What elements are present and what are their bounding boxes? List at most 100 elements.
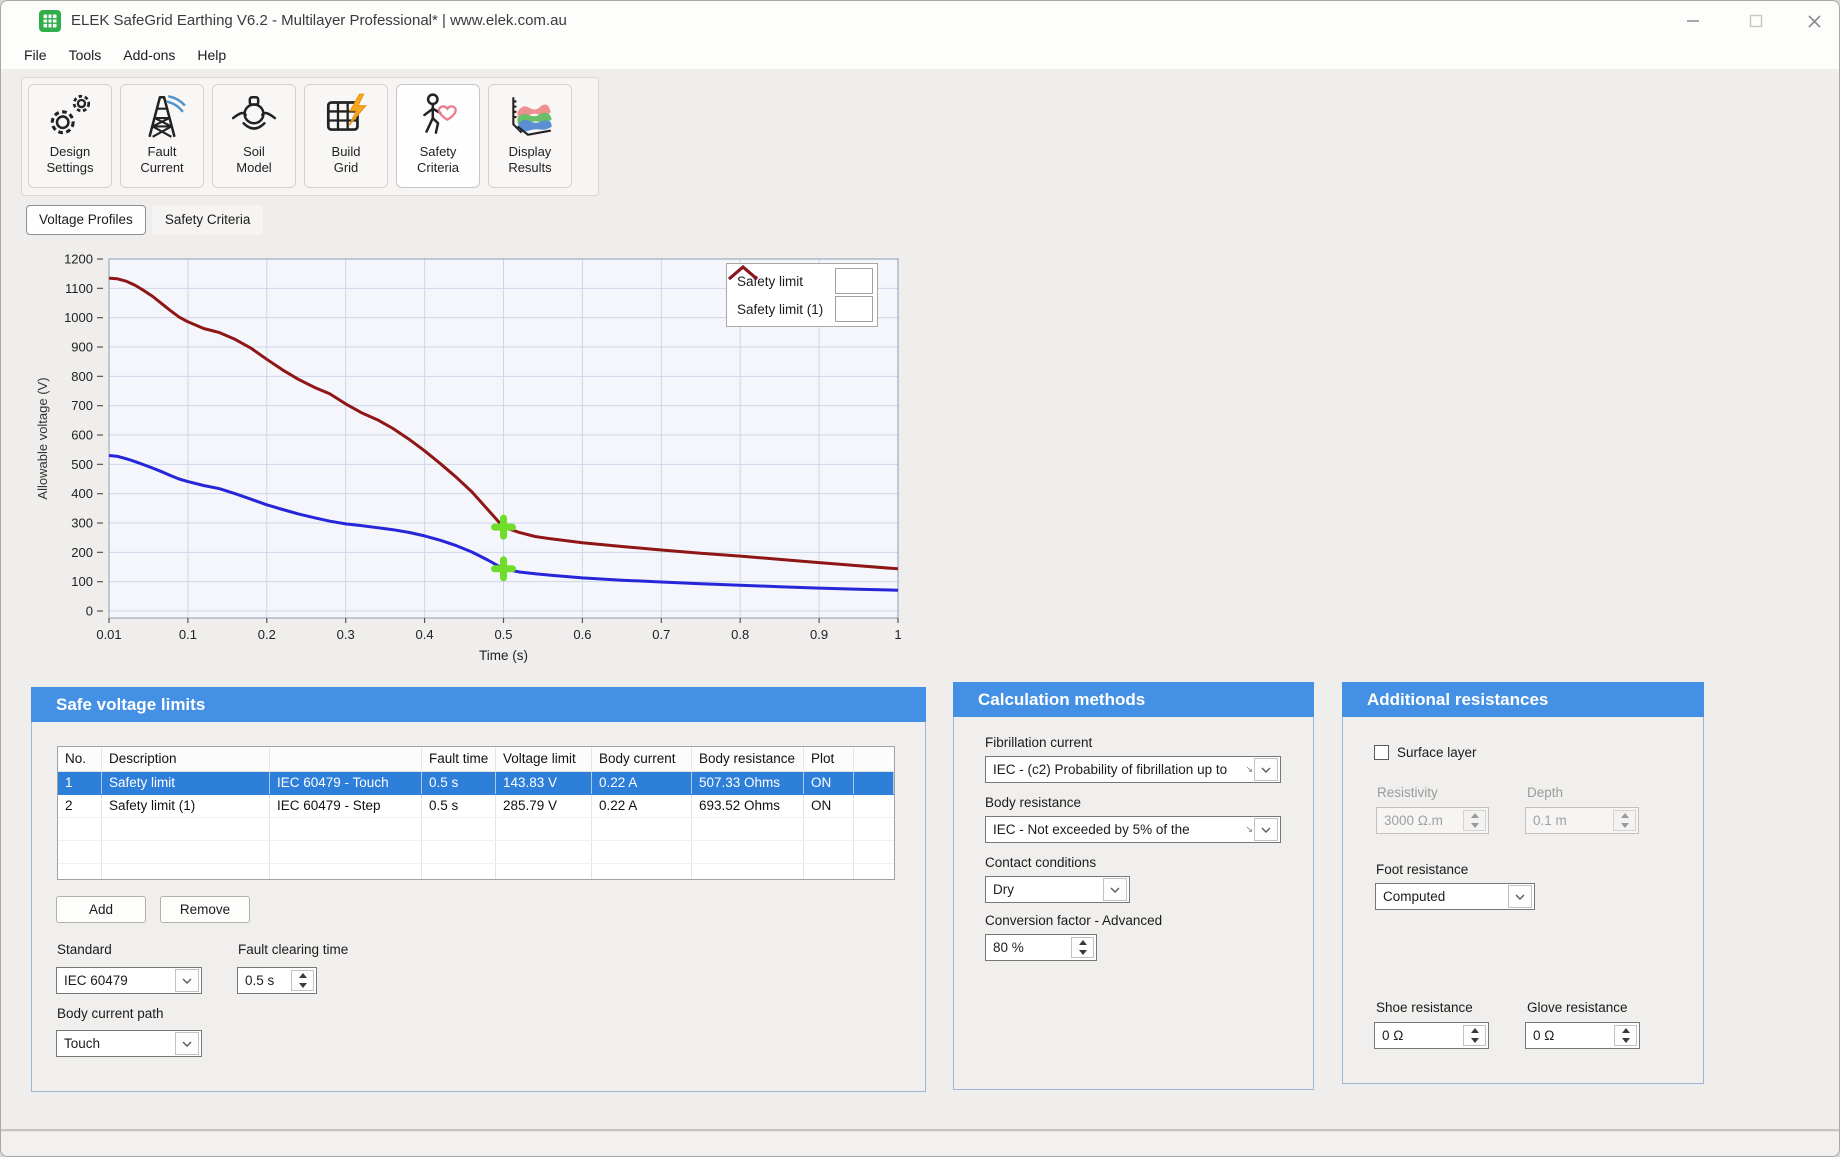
y-tick-label: 400 [71,486,93,501]
fault-clearing-time-stepper[interactable]: 0.5 s [237,967,317,994]
conversion-factor-stepper[interactable]: 80 % [985,934,1097,961]
conversion-factor-label: Conversion factor - Advanced [985,913,1162,928]
col-no: No. [58,747,102,771]
contact-conditions-select[interactable]: Dry [985,876,1130,903]
y-tick-label: 1100 [65,281,93,296]
grid-lightning-icon [321,91,371,141]
stepper-arrows-icon [1463,810,1486,831]
fibrillation-current-select[interactable]: IEC - (c2) Probability of fibrillation u… [985,756,1281,783]
close-button[interactable] [1792,5,1836,37]
body-current-path-select[interactable]: Touch [56,1030,202,1057]
x-tick-label: 0.8 [731,627,749,642]
x-tick-label: 0.5 [494,627,512,642]
menu-file[interactable]: File [13,41,58,69]
table-header-row: No. Description Fault time Voltage limit… [58,747,894,772]
chevron-down-icon [175,969,199,992]
calculation-methods-panel: Calculation methods Fibrillation current… [953,682,1314,1090]
add-button[interactable]: Add [56,896,146,923]
body-resistance-select[interactable]: IEC - Not exceeded by 5% of the ↘ [985,816,1281,843]
panel-title: Additional resistances [1342,682,1704,717]
fault-clearing-time-label: Fault clearing time [238,942,348,957]
panel-title: Safe voltage limits [31,687,926,722]
menu-tools[interactable]: Tools [58,41,113,69]
y-tick-label: 200 [71,545,93,560]
window-title: ELEK SafeGrid Earthing V6.2 - Multilayer… [71,1,567,41]
col-body-current: Body current [592,747,692,771]
foot-resistance-label: Foot resistance [1376,862,1468,877]
safety-limits-chart: 0100200300400500600700800900100011001200… [31,246,911,676]
depth-label: Depth [1527,785,1563,800]
toolbar-button-label: SoilModel [236,144,271,176]
soil-model-button[interactable]: SoilModel [212,84,296,188]
y-tick-label: 800 [71,369,93,384]
y-tick-label: 500 [71,457,93,472]
fibrillation-current-label: Fibrillation current [985,735,1092,750]
safe-voltage-limits-table[interactable]: No. Description Fault time Voltage limit… [57,746,895,880]
body-resistance-label: Body resistance [985,795,1081,810]
menu-addons[interactable]: Add-ons [112,41,186,69]
gears-icon [45,91,95,141]
y-tick-label: 600 [71,428,93,443]
tab-voltage-profiles[interactable]: Voltage Profiles [26,205,146,235]
tab-bar: Voltage Profiles Safety Criteria [26,205,263,237]
y-tick-label: 1000 [64,310,93,325]
stepper-arrows-icon[interactable] [1614,1025,1637,1046]
table-empty-row [58,841,894,864]
display-results-button[interactable]: DisplayResults [488,84,572,188]
table-row[interactable]: 2 Safety limit (1) IEC 60479 - Step 0.5 … [58,795,894,818]
foot-resistance-select[interactable]: Computed [1375,883,1535,910]
resistivity-stepper: 3000 Ω.m [1376,807,1489,834]
legend-label: Safety limit (1) [731,302,835,317]
remove-button[interactable]: Remove [160,896,250,923]
stepper-arrows-icon[interactable] [1071,937,1094,958]
shoe-resistance-stepper[interactable]: 0 Ω [1374,1022,1489,1049]
col-standard [270,747,422,771]
col-description: Description [102,747,270,771]
x-tick-label: 0.1 [179,627,197,642]
y-tick-label: 1200 [64,252,93,267]
y-tick-label: 700 [71,398,93,413]
person-heart-icon [413,91,463,141]
minimize-icon [1686,14,1700,28]
fault-current-button[interactable]: FaultCurrent [120,84,204,188]
table-row[interactable]: 1 Safety limit IEC 60479 - Touch 0.5 s 1… [58,772,894,795]
design-settings-button[interactable]: DesignSettings [28,84,112,188]
table-empty-row [58,864,894,880]
stepper-arrows-icon[interactable] [291,970,314,991]
x-tick-label: 0.4 [416,627,434,642]
menu-bar: File Tools Add-ons Help [1,41,1839,69]
transmission-tower-icon [137,91,187,141]
standard-select[interactable]: IEC 60479 [56,967,202,994]
toolbar-button-label: FaultCurrent [140,144,183,176]
safe-voltage-limits-panel: Safe voltage limits No. Description Faul… [31,687,926,1092]
col-fault-time: Fault time [422,747,496,771]
text-overflow-icon: ↘ [1245,764,1253,775]
col-body-resistance: Body resistance [692,747,804,771]
red-line-sample-icon [835,296,873,322]
shoe-resistance-label: Shoe resistance [1376,1000,1473,1015]
x-tick-label: 0.2 [258,627,276,642]
depth-stepper: 0.1 m [1525,807,1639,834]
tab-safety-criteria[interactable]: Safety Criteria [152,205,264,235]
menu-help[interactable]: Help [186,41,237,69]
col-voltage-limit: Voltage limit [496,747,592,771]
surface-plot-icon [505,91,555,141]
toolbar-button-label: SafetyCriteria [417,144,459,176]
y-axis-title: Allowable voltage (V) [35,377,50,499]
resistivity-label: Resistivity [1377,785,1438,800]
table-empty-row [58,818,894,841]
chart-legend: Safety limit Safety limit (1) [726,263,878,327]
minimize-button[interactable] [1671,5,1715,37]
surface-layer-checkbox[interactable] [1374,745,1389,760]
maximize-icon [1749,14,1763,28]
maximize-button[interactable] [1734,5,1778,37]
build-grid-button[interactable]: BuildGrid [304,84,388,188]
body-current-path-label: Body current path [57,1006,164,1021]
chevron-down-icon [1508,885,1532,908]
x-tick-label: 0.3 [337,627,355,642]
y-tick-label: 900 [71,340,93,355]
stepper-arrows-icon[interactable] [1463,1025,1486,1046]
glove-resistance-stepper[interactable]: 0 Ω [1525,1022,1640,1049]
safety-criteria-button[interactable]: SafetyCriteria [396,84,480,188]
x-tick-label: 0.01 [96,627,121,642]
